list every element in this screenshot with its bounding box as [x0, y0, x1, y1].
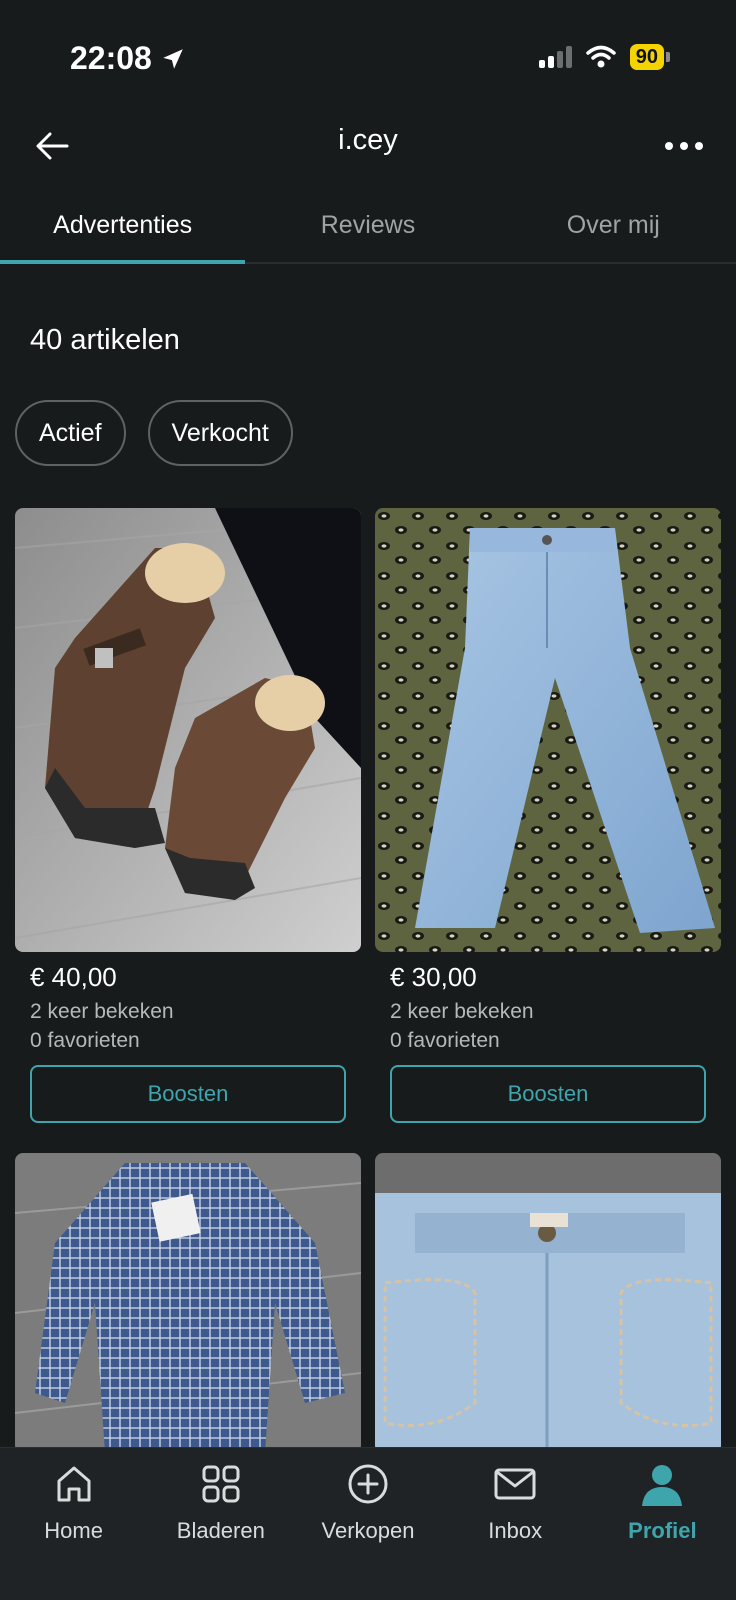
nav-verkopen-label: Verkopen — [321, 1518, 415, 1543]
app-header: i.cey — [0, 110, 736, 184]
nav-bladeren[interactable]: Bladeren — [147, 1448, 294, 1600]
brown-boots-photo[interactable] — [15, 508, 361, 952]
nav-verkopen[interactable]: Verkopen — [294, 1448, 441, 1600]
listing-favorites: 0 favorieten — [390, 1029, 500, 1052]
tab-reviews[interactable]: Reviews — [245, 188, 490, 262]
light-denim-jeans-photo[interactable] — [375, 1153, 721, 1453]
grid-icon — [195, 1458, 247, 1510]
cellular-signal-icon — [538, 46, 572, 68]
mail-icon — [489, 1458, 541, 1510]
listing-views: 2 keer bekeken — [390, 1000, 534, 1023]
nav-inbox[interactable]: Inbox — [442, 1448, 589, 1600]
nav-home[interactable]: Home — [0, 1448, 147, 1600]
item-count: 40 artikelen — [30, 324, 180, 356]
tab-advertenties[interactable]: Advertenties — [0, 188, 246, 264]
filter-chips: Actief Verkocht — [15, 400, 293, 466]
profile-icon — [636, 1458, 688, 1510]
battery-tip — [666, 52, 670, 62]
nav-profiel[interactable]: Profiel — [589, 1448, 736, 1600]
nav-home-label: Home — [44, 1518, 103, 1543]
blue-checkered-shirt-photo[interactable] — [15, 1153, 361, 1453]
nav-bladeren-label: Bladeren — [176, 1518, 265, 1543]
more-options-icon[interactable] — [660, 124, 708, 168]
listing-card[interactable] — [375, 1153, 721, 1453]
tab-over-mij[interactable]: Over mij — [491, 188, 736, 262]
battery-level: 90 — [629, 44, 664, 70]
status-indicators: 90 — [538, 44, 670, 70]
filter-verkocht[interactable]: Verkocht — [147, 400, 293, 466]
listing-card[interactable]: € 40,00 2 keer bekeken 0 favorieten Boos… — [15, 508, 361, 1123]
status-bar: 22:08 90 — [0, 0, 736, 110]
listing-card[interactable]: € 30,00 2 keer bekeken 0 favorieten Boos… — [375, 508, 721, 1123]
listing-favorites: 0 favorieten — [30, 1029, 140, 1052]
home-icon — [48, 1458, 100, 1510]
light-blue-flared-jeans-photo[interactable] — [375, 508, 721, 952]
nav-inbox-label: Inbox — [488, 1518, 543, 1543]
bottom-navigation: Home Bladeren Verkopen Inbox Profiel — [0, 1447, 736, 1600]
plus-circle-icon — [342, 1458, 394, 1510]
page-title: i.cey — [338, 124, 398, 156]
listing-card[interactable] — [15, 1153, 361, 1453]
location-arrow-icon — [163, 48, 183, 69]
boost-button[interactable]: Boosten — [390, 1065, 706, 1123]
listing-price: € 30,00 — [390, 962, 477, 992]
status-time: 22:08 — [70, 40, 186, 77]
battery-indicator: 90 — [629, 44, 670, 70]
boost-button[interactable]: Boosten — [30, 1065, 346, 1123]
listing-views: 2 keer bekeken — [30, 1000, 174, 1023]
wifi-icon — [586, 45, 616, 68]
profile-tabs: Advertenties Reviews Over mij — [0, 188, 736, 264]
filter-actief[interactable]: Actief — [15, 400, 126, 466]
nav-profiel-label: Profiel — [628, 1518, 697, 1543]
time-label: 22:08 — [70, 40, 152, 76]
listing-price: € 40,00 — [30, 962, 117, 992]
